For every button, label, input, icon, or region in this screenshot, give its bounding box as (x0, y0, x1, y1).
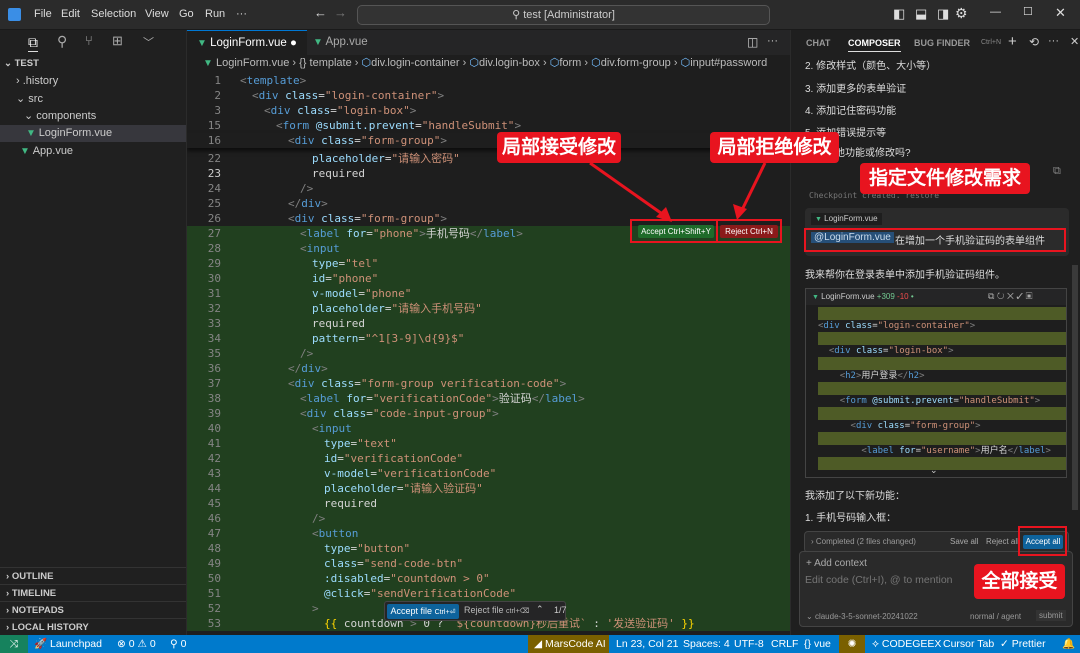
annotation-arrows (589, 161, 767, 222)
annotation-file-request: 指定文件修改需求 (860, 163, 1030, 194)
highlight-reject (716, 219, 782, 243)
arrow-to-reject (739, 162, 767, 213)
highlight-accept (630, 219, 718, 243)
annotation-partial-reject: 局部拒绝修改 (710, 132, 839, 163)
arrow-to-accept (589, 161, 669, 220)
highlight-accept-all (1018, 526, 1067, 556)
annotation-accept-all: 全部接受 (974, 564, 1065, 599)
annotation-partial-accept: 局部接受修改 (497, 132, 621, 163)
highlight-prompt (804, 228, 1066, 252)
